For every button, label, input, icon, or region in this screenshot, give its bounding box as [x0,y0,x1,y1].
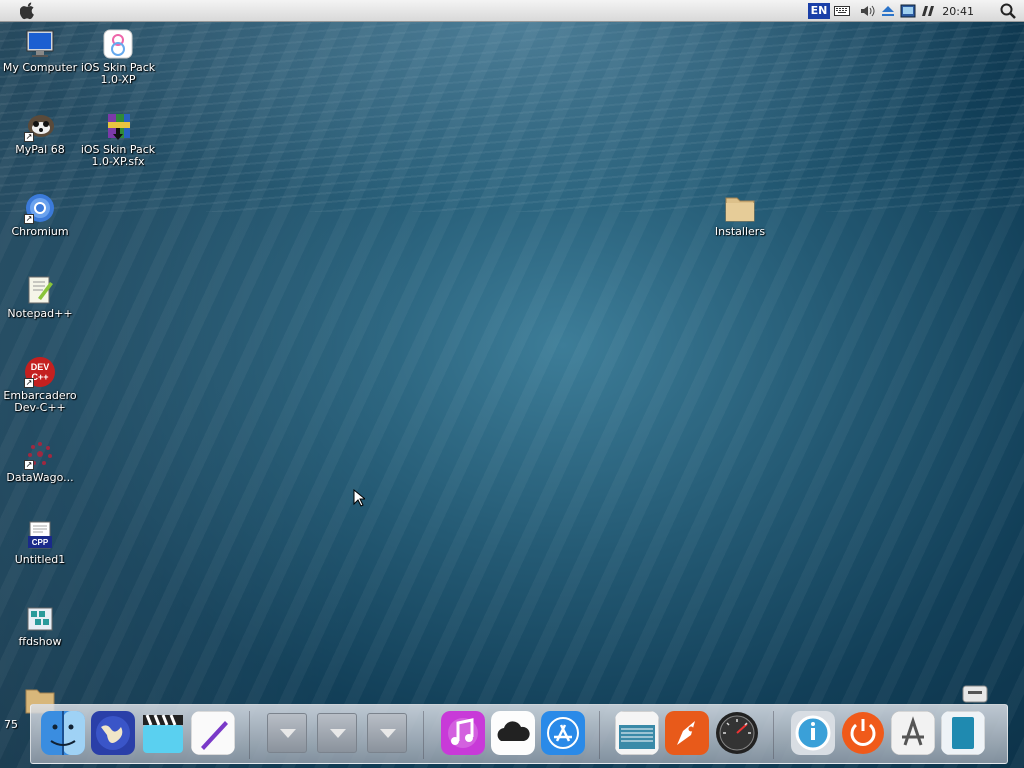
desktop-icon-label: DataWago... [6,471,74,484]
video-icon[interactable] [141,711,185,755]
shortcut-arrow-icon: ↗ [24,460,34,470]
desktop-icon-mypal[interactable]: ↗ MyPal 68 [0,110,80,156]
drive-icon[interactable] [962,684,988,704]
desktop-icon-label: iOS Skin Pack 1.0-XP.sfx [80,143,156,168]
keyboard-icon[interactable] [834,3,851,19]
shortcut-arrow-icon: ↗ [24,214,34,224]
cpp-file-icon: CPP [24,520,56,552]
clock[interactable]: 20:41 [942,5,974,18]
devcpp-icon: DEV C++ ↗ [24,356,56,388]
dock-separator [423,711,424,759]
desktop-icon-label: Untitled1 [14,553,66,566]
speedometer-icon[interactable] [715,711,759,755]
menu-bar: EN 20:41 [0,0,1024,22]
music-icon[interactable] [441,711,485,755]
language-indicator[interactable]: EN [807,3,831,19]
desktop-icon-label: iOS Skin Pack 1.0-XP [80,61,156,86]
raccoon-icon: ↗ [24,110,56,142]
power-icon[interactable] [841,711,885,755]
computer-icon [24,28,56,60]
volume-icon[interactable] [860,3,876,19]
dock-separator [249,711,250,759]
eject-icon[interactable] [880,3,896,19]
folder-icon [724,192,756,224]
pen-icon[interactable] [191,711,235,755]
desktop-icon-label: Chromium [11,225,69,238]
desktop-icon-ios-skin-pack-sfx[interactable]: iOS Skin Pack 1.0-XP.sfx [78,110,158,168]
rocket-icon[interactable] [665,711,709,755]
svg-text:C++: C++ [31,372,48,382]
desktop-icon-label: ffdshow [18,635,62,648]
app-store-icon[interactable] [541,711,585,755]
desktop-icon-label: Installers [714,225,766,238]
dock-separator [599,711,600,759]
finder-icon[interactable] [41,711,85,755]
chromium-icon: ↗ [24,192,56,224]
desktop-icon-label: Notepad++ [7,307,73,320]
network-icon[interactable] [900,3,916,19]
stack-1-icon[interactable] [267,713,307,753]
svg-text:DEV: DEV [31,362,50,372]
shortcut-arrow-icon: ↗ [24,378,34,388]
desktop-icon-installers[interactable]: Installers [700,192,780,238]
desktop-icon-notepadpp[interactable]: Notepad++ [0,274,80,320]
desktop-icon-ffdshow[interactable]: ffdshow [0,602,80,648]
dock [30,704,1008,764]
app-maker-icon[interactable] [891,711,935,755]
ffdshow-icon [24,602,56,634]
trash-icon[interactable] [941,711,985,755]
sync-icon[interactable] [920,3,936,19]
desktop-icon-label: Embarcadero Dev-C++ [3,389,77,414]
svg-text:CPP: CPP [32,538,49,547]
partial-text: 75 [4,718,18,731]
dock-separator [773,711,774,759]
stack-3-icon[interactable] [367,713,407,753]
desktop-icon-my-computer[interactable]: My Computer [0,28,80,74]
desktop-icon-label: My Computer [2,61,78,74]
shortcut-arrow-icon: ↗ [24,132,34,142]
system-tray: EN 20:41 [804,0,1024,22]
news-icon[interactable] [615,711,659,755]
desktop-icon-dev-cpp[interactable]: DEV C++ ↗ Embarcadero Dev-C++ [0,356,80,414]
desktop-icon-label: MyPal 68 [15,143,65,156]
desktop-icon-untitled1[interactable]: CPP Untitled1 [0,520,80,566]
stack-2-icon[interactable] [317,713,357,753]
archive-icon [102,110,134,142]
search-icon[interactable] [1000,3,1016,19]
cloud-icon[interactable] [491,711,535,755]
globe-icon[interactable] [91,711,135,755]
desktop-icon-datawagon[interactable]: ↗ DataWago... [0,438,80,484]
notepad-icon [24,274,56,306]
mouse-cursor-icon [353,489,365,507]
ios8-icon [102,28,134,60]
info-icon[interactable] [791,711,835,755]
datawagon-icon: ↗ [24,438,56,470]
desktop-icon-chromium[interactable]: ↗ Chromium [0,192,80,238]
apple-icon[interactable] [20,2,36,20]
desktop-icon-ios-skin-pack[interactable]: iOS Skin Pack 1.0-XP [78,28,158,86]
